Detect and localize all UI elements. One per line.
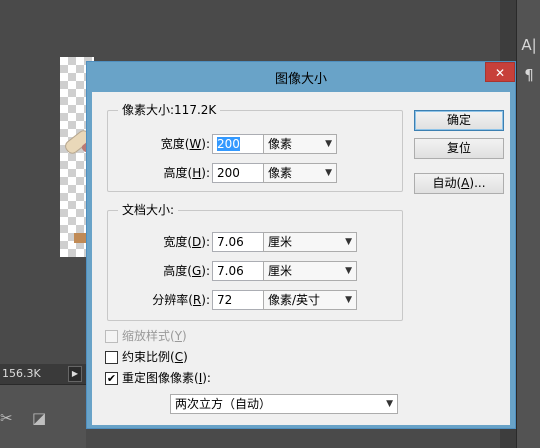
document-size-status: 156.3K <box>2 367 41 380</box>
scissors-icon[interactable]: ✂ <box>0 409 13 427</box>
checkmark-icon: ✔ <box>106 372 117 385</box>
scale-styles-checkbox[interactable] <box>105 330 118 343</box>
panel-tool-top[interactable] <box>520 2 538 20</box>
resample-image-checkbox[interactable]: ✔ <box>105 372 118 385</box>
doc-width-unit-select[interactable]: 厘米 ▼ <box>263 232 357 252</box>
reset-button[interactable]: 复位 <box>414 138 504 159</box>
ps-right-panel: A| ¶ <box>516 0 540 448</box>
doc-height-unit-select[interactable]: 厘米 ▼ <box>263 261 357 281</box>
constrain-proportions-label: 约束比例(C) <box>122 350 188 364</box>
pixel-height-unit-select[interactable]: 像素 ▼ <box>263 163 337 183</box>
image-size-dialog: 图像大小 ✕ 像素大小:117.2K 宽度(W): 200 像素 ▼ 高度(H):… <box>86 61 516 429</box>
chevron-down-icon: ▼ <box>345 266 352 276</box>
chevron-down-icon: ▼ <box>325 168 332 178</box>
resample-method-select[interactable]: 两次立方（自动） ▼ <box>170 394 398 414</box>
document-size-legend: 文档大小: <box>118 203 179 217</box>
dialog-titlebar[interactable]: 图像大小 ✕ <box>87 62 515 92</box>
close-button[interactable]: ✕ <box>485 62 515 82</box>
pixel-dimensions-legend: 像素大小:117.2K <box>118 103 221 117</box>
chevron-down-icon: ▼ <box>325 139 332 149</box>
dialog-title: 图像大小 <box>274 72 327 87</box>
pixel-width-label: 宽度(W): <box>160 137 210 151</box>
character-panel-icon[interactable]: A| <box>520 36 538 54</box>
chevron-down-icon: ▼ <box>386 399 393 409</box>
ok-button[interactable]: 确定 <box>414 110 504 131</box>
pixel-height-label: 高度(H): <box>163 166 210 180</box>
resolution-unit-select[interactable]: 像素/英寸 ▼ <box>263 290 357 310</box>
paragraph-panel-icon[interactable]: ¶ <box>520 66 538 84</box>
doc-width-label: 宽度(D): <box>163 235 210 249</box>
scale-styles-label: 缩放样式(Y) <box>122 329 187 343</box>
status-menu-arrow-icon[interactable]: ▶ <box>68 366 82 382</box>
dialog-client: 像素大小:117.2K 宽度(W): 200 像素 ▼ 高度(H): 200 像素… <box>92 92 510 425</box>
auto-button[interactable]: 自动(A)... <box>414 173 504 194</box>
mask-icon[interactable]: ◪ <box>32 409 46 427</box>
chevron-down-icon: ▼ <box>345 295 352 305</box>
chevron-down-icon: ▼ <box>345 237 352 247</box>
doc-height-label: 高度(G): <box>163 264 210 278</box>
resample-image-label: 重定图像像素(I): <box>122 371 211 385</box>
pixel-width-unit-select[interactable]: 像素 ▼ <box>263 134 337 154</box>
bottom-tool-strip: ✂ ◪ <box>0 384 86 448</box>
resolution-label: 分辨率(R): <box>152 293 210 307</box>
constrain-proportions-checkbox[interactable] <box>105 351 118 364</box>
